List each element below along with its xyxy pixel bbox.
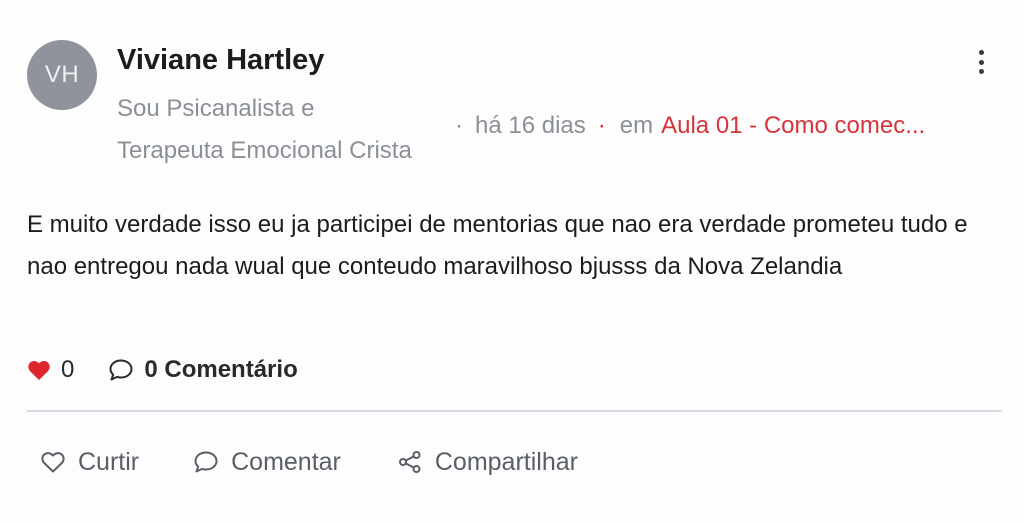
course-link[interactable]: Aula 01 - Como comec... [661,112,925,140]
comments-count[interactable]: 0 Comentário [108,356,298,384]
post-meta: · há 16 dias · em Aula 01 - Como comec..… [455,112,925,140]
meta-separator: · [455,112,463,139]
share-button-label: Compartilhar [434,447,578,476]
post-card: VH Viviane Hartley Sou Psicanalista e Te… [0,0,1024,525]
post-text: E muito verdade isso eu ja participei de… [27,211,968,280]
in-label: em [619,112,654,139]
post-time: há 16 dias [475,112,586,139]
comment-button-label: Comentar [231,447,341,476]
avatar[interactable]: VH [27,40,97,110]
like-button-label: Curtir [78,447,140,476]
author-bio: Sou Psicanalista e Terapeuta Emocional C… [117,88,457,172]
heart-filled-icon [27,359,51,381]
more-vertical-icon-dot [978,69,984,74]
share-icon [397,450,423,474]
comment-bubble-icon [108,358,134,382]
author-bio-line-2: Terapeuta Emocional Crista [117,137,412,164]
more-options-button[interactable] [968,46,994,78]
comments-count-label: 0 Comentário [144,356,298,383]
avatar-initials: VH [44,61,80,88]
more-vertical-icon [978,50,984,55]
meta-separator-accent: · [597,112,606,139]
heart-outline-icon [40,450,66,474]
author-name[interactable]: Viviane Hartley [117,44,324,77]
share-button[interactable]: Compartilhar [397,448,578,477]
author-bio-line-1: Sou Psicanalista e [117,95,315,122]
comment-button[interactable]: Comentar [193,448,341,477]
more-vertical-icon-dot [978,59,984,65]
post-stats: 0 0 Comentário [27,352,298,388]
post-actions: Curtir Comentar Compartilhar [40,444,578,480]
divider [27,410,1002,412]
comment-bubble-icon [193,450,219,474]
likes-count[interactable]: 0 [27,356,74,384]
like-button[interactable]: Curtir [40,448,139,477]
likes-count-value: 0 [61,356,75,383]
